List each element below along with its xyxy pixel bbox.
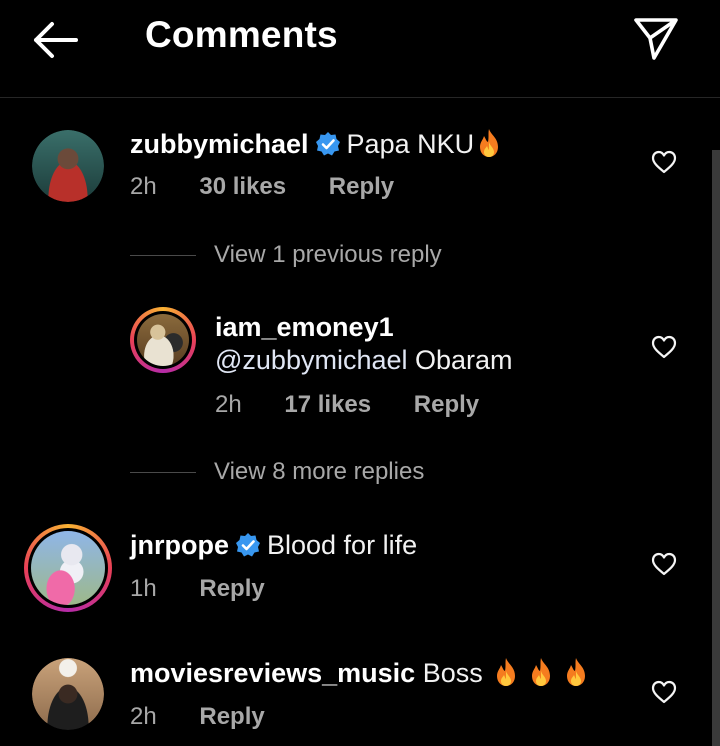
comment-time: 1h <box>130 575 157 602</box>
mention-link[interactable]: @zubbymichael <box>215 345 408 375</box>
comment-text: Blood for life <box>267 530 418 560</box>
back-arrow-icon[interactable] <box>30 18 80 62</box>
comment-username[interactable]: iam_emoney1 <box>215 312 394 342</box>
heart-icon[interactable] <box>651 552 677 576</box>
reply-button[interactable]: Reply <box>199 703 264 731</box>
comment-likes[interactable]: 30 likes <box>199 173 286 201</box>
verified-icon <box>236 533 260 557</box>
top-bar: Comments <box>0 0 720 98</box>
comment-username[interactable]: jnrpope <box>130 530 229 560</box>
view-more-replies[interactable]: View 8 more replies <box>130 457 424 487</box>
comment-likes[interactable]: 17 likes <box>284 391 371 419</box>
comment-username[interactable]: moviesreviews_music <box>130 658 415 688</box>
comment-time: 2h <box>130 173 157 200</box>
heart-icon[interactable] <box>651 680 677 704</box>
reply-button[interactable]: Reply <box>199 575 264 603</box>
avatar[interactable] <box>24 524 112 612</box>
comment-text: Boss <box>422 658 483 688</box>
comment-text: Papa NKU <box>346 129 475 159</box>
thread-divider <box>130 471 196 473</box>
avatar[interactable] <box>32 130 104 202</box>
avatar[interactable] <box>32 658 104 730</box>
thread-divider <box>130 254 196 256</box>
reply-button[interactable]: Reply <box>414 391 479 419</box>
comment-time: 2h <box>215 391 242 418</box>
comment-time: 2h <box>130 703 157 730</box>
fire-icon <box>531 658 550 686</box>
verified-icon <box>315 132 340 156</box>
page-title: Comments <box>145 14 338 55</box>
heart-icon[interactable] <box>651 335 677 359</box>
comment-username[interactable]: zubbymichael <box>130 129 309 159</box>
send-icon[interactable] <box>632 16 680 62</box>
fire-icon <box>496 658 515 686</box>
fire-icon <box>566 658 585 686</box>
fire-icon <box>480 129 499 157</box>
scrollbar[interactable] <box>712 150 720 746</box>
reply-button[interactable]: Reply <box>329 173 394 201</box>
avatar[interactable] <box>130 307 196 373</box>
heart-icon[interactable] <box>651 150 677 174</box>
view-previous-replies[interactable]: View 1 previous reply <box>130 240 442 270</box>
comment-text: Obaram <box>415 345 513 375</box>
